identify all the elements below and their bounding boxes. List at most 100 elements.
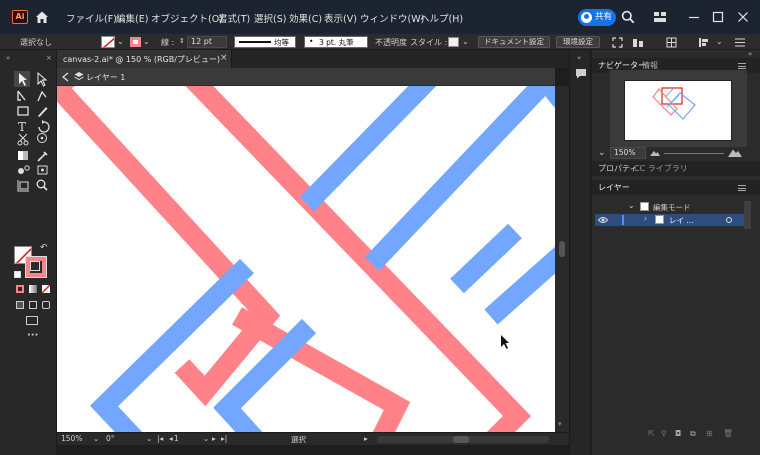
eye-icon[interactable] [598, 216, 608, 224]
pen-tool-icon[interactable] [17, 90, 26, 101]
draw-behind-icon[interactable] [29, 301, 37, 309]
horizontal-scroll-thumb[interactable] [453, 436, 469, 443]
menu-edit[interactable]: 編集(E) [116, 11, 148, 25]
scroll-down-icon[interactable]: ▾ [558, 420, 562, 428]
vertical-scrollbar[interactable]: ▾ [555, 86, 569, 432]
curvature-tool-icon[interactable] [37, 90, 47, 102]
menu-effect[interactable]: 効果(C) [289, 11, 322, 25]
close-icon[interactable] [735, 9, 751, 25]
puppet-warp-tool-icon[interactable] [37, 133, 47, 143]
style-swatch[interactable] [448, 37, 459, 47]
menu-file[interactable]: ファイル(F) [66, 11, 117, 25]
stroke-width-input[interactable]: 12 pt [187, 36, 227, 48]
chevron-down-icon[interactable]: ⌄ [716, 37, 723, 46]
selection-tool-icon[interactable] [14, 71, 30, 87]
navigator-zoom-input[interactable]: 150% [610, 147, 646, 159]
distribute-icon[interactable] [698, 37, 712, 48]
new-sublayer-icon[interactable]: ⧉ [690, 429, 696, 439]
search-icon[interactable] [621, 10, 635, 24]
grid-icon[interactable] [666, 37, 677, 48]
draw-normal-icon[interactable] [16, 301, 24, 309]
chevron-down-icon[interactable]: ⌄ [628, 201, 635, 210]
expand-panels-icon[interactable]: « [577, 54, 581, 62]
zoom-tool-icon[interactable] [36, 179, 48, 191]
swap-colors-icon[interactable]: ↶ [40, 243, 48, 253]
stroke-profile-select[interactable]: 均等 [234, 36, 296, 48]
direct-selection-tool-icon[interactable] [37, 71, 48, 87]
screen-mode-icon[interactable] [26, 316, 38, 325]
preferences-button[interactable]: 環境設定 [556, 36, 600, 48]
zoom-out-mountain-icon[interactable] [650, 150, 660, 156]
horizontal-scrollbar[interactable] [377, 436, 549, 443]
expand-arrow-icon[interactable]: › [644, 214, 647, 223]
tab-properties[interactable]: プロパティ [598, 163, 638, 174]
rotate-tool-icon[interactable] [38, 120, 50, 133]
gradient-mode-icon[interactable] [29, 285, 37, 293]
more-tools-icon[interactable]: ··· [27, 330, 38, 341]
type-tool-icon[interactable]: T [18, 120, 26, 134]
none-mode-icon[interactable] [42, 285, 50, 293]
home-icon[interactable] [34, 9, 50, 25]
breadcrumb-layer-label[interactable]: レイヤー 1 [86, 72, 125, 83]
gradient-tool-icon[interactable] [18, 151, 28, 160]
artboard-number[interactable]: 1 [174, 434, 179, 443]
chevron-down-icon[interactable]: ⌄ [462, 37, 469, 46]
layers-scrollbar[interactable] [744, 201, 751, 229]
prev-artboard-icon[interactable]: ◂ [169, 434, 173, 443]
target-icon[interactable] [726, 217, 732, 223]
layer-row-layer1[interactable]: › レイ ... [595, 214, 744, 226]
workspace-icon[interactable] [652, 9, 668, 25]
vertical-scroll-thumb[interactable] [559, 241, 565, 257]
chevron-down-icon[interactable]: ⌄ [203, 434, 209, 443]
artboard-tool-icon[interactable] [17, 180, 29, 192]
brush-select[interactable]: • 3 pt. 丸筆 [304, 36, 368, 48]
navigator-zoom-slider[interactable] [664, 153, 724, 154]
maximize-icon[interactable] [710, 9, 726, 25]
menu-help[interactable]: ヘルプ(H) [420, 11, 463, 25]
comments-icon[interactable] [575, 68, 587, 79]
share-button[interactable]: 共有 [578, 9, 616, 26]
artboard-canvas[interactable] [57, 86, 555, 432]
panel-menu-icon[interactable] [738, 185, 746, 191]
color-mode-icon[interactable] [16, 285, 24, 293]
transform-icon[interactable] [612, 37, 623, 48]
align-icon[interactable] [632, 37, 648, 48]
chevron-down-icon[interactable]: ⌄ [143, 37, 150, 46]
zoom-in-mountain-icon[interactable] [728, 148, 742, 157]
first-artboard-icon[interactable]: |◂ [157, 434, 163, 443]
document-settings-button[interactable]: ドキュメント設定 [478, 36, 550, 48]
menu-object[interactable]: オブジェクト(O) [151, 11, 223, 25]
blend-tool-icon[interactable] [18, 165, 30, 174]
next-artboard-icon[interactable]: ▸ [212, 434, 216, 443]
draw-inside-icon[interactable] [42, 301, 50, 309]
menu-type[interactable]: 書式(T) [218, 11, 250, 25]
toolbar-grip[interactable]: » × [0, 53, 57, 62]
stroke-swatch[interactable] [25, 256, 47, 278]
collapse-icon[interactable]: » [748, 50, 752, 58]
menu-select[interactable]: 選択(S) [254, 11, 286, 25]
scissors-tool-icon[interactable] [17, 133, 29, 146]
chevron-down-icon[interactable]: ⌄ [598, 148, 606, 158]
fill-none-swatch[interactable] [101, 36, 115, 48]
layer-row-isolation[interactable]: ⌄ 編集モード [592, 201, 744, 213]
default-colors-icon[interactable] [14, 271, 21, 278]
tab-layers[interactable]: レイヤー [598, 182, 630, 193]
eyedropper-tool-icon[interactable] [37, 151, 48, 162]
document-tab[interactable]: canvas-2.ai* @ 150 % (RGB/プレビュー) × [57, 50, 232, 68]
blue-upper-left-stripe[interactable] [299, 86, 437, 211]
minimize-icon[interactable] [686, 9, 702, 25]
blue-short-stripe-2[interactable] [484, 246, 555, 325]
rectangle-tool-icon[interactable] [17, 106, 29, 116]
new-layer-icon[interactable]: ⊞ [706, 429, 713, 438]
menu-view[interactable]: 表示(V) [324, 11, 357, 25]
tab-close-icon[interactable]: × [220, 53, 228, 63]
status-menu-icon[interactable]: ▸ [364, 434, 368, 443]
blue-corner-stroke[interactable] [537, 86, 555, 108]
opacity-label[interactable]: 不透明度 [375, 37, 407, 48]
last-artboard-icon[interactable]: ▸| [221, 434, 227, 443]
panel-menu-icon[interactable] [738, 63, 746, 69]
search-icon[interactable]: ⚲ [661, 429, 667, 438]
zoom-level[interactable]: 150% [61, 434, 82, 443]
chevron-down-icon[interactable]: ⌄ [93, 434, 99, 443]
chevron-down-icon[interactable]: ⌄ [117, 37, 124, 46]
